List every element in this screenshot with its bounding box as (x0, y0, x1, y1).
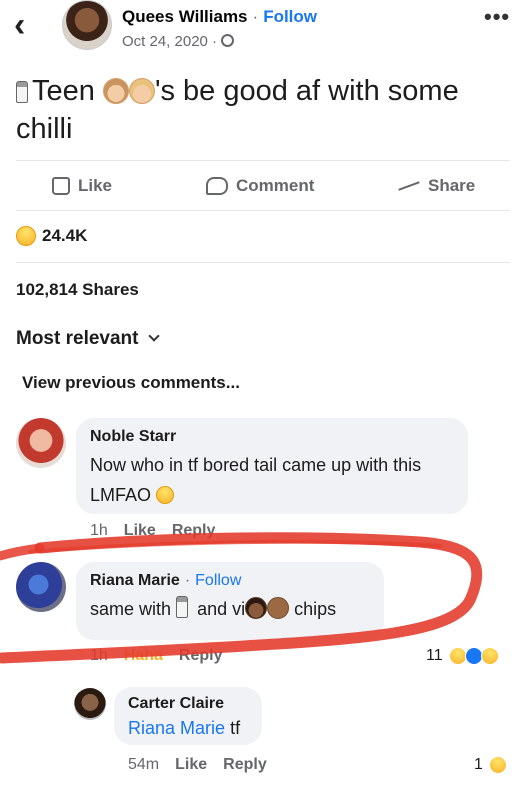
comment-actions: 1h Like Reply (90, 522, 215, 540)
comment-actions: 1h Haha Reply (90, 647, 223, 665)
comment-label: Comment (236, 176, 315, 195)
post-text: Teen 's be good af with some chilli (16, 72, 516, 148)
sort-label: Most relevant (16, 328, 139, 349)
girl-emoji-icon (245, 597, 268, 619)
wow-icon (480, 647, 499, 665)
comment-haha-button[interactable]: Haha (124, 647, 163, 665)
divider (16, 160, 510, 161)
comment-reply-button[interactable]: Reply (172, 522, 216, 540)
divider (16, 210, 510, 211)
author-avatar[interactable] (62, 0, 112, 50)
comment-button[interactable]: Comment (206, 176, 314, 196)
comment-text-part: chips (294, 599, 337, 619)
comment-like-button[interactable]: Like (124, 522, 156, 540)
separator: · (252, 7, 259, 26)
reaction-count-number: 1 (474, 756, 483, 773)
chevron-down-icon (148, 330, 161, 342)
commenter-name[interactable]: Noble Starr (90, 428, 454, 446)
comment-time[interactable]: 54m (128, 756, 159, 774)
post-date[interactable]: Oct 24, 2020 · (122, 33, 217, 50)
like-label: Like (78, 176, 113, 195)
comment-time[interactable]: 1h (90, 522, 108, 540)
comment-reaction-count[interactable]: 11 (426, 647, 499, 665)
comment-reply-button[interactable]: Reply (179, 647, 223, 665)
share-label: Share (428, 176, 476, 195)
haha-icon (488, 756, 507, 774)
rofl-emoji-icon (156, 486, 175, 504)
separator: · (184, 572, 191, 589)
comment-text: Now who in tf bored tail came up with th… (90, 450, 454, 510)
comment-text: Riana Marie tf (128, 715, 248, 741)
commenter-name[interactable]: Carter Claire (128, 695, 248, 713)
post-text-start: Teen (32, 75, 95, 107)
post-author-name[interactable]: Quees Williams (122, 7, 248, 26)
comment-text-line1: Now who in tf bored tail came up with th… (90, 455, 422, 475)
like-icon (464, 647, 483, 665)
boy-emoji-icon (128, 78, 155, 104)
comment-actions: 54m Like Reply (128, 756, 267, 774)
reaction-count-number: 11 (426, 647, 443, 664)
comment-text-part: and vi (197, 599, 246, 619)
salt-shaker-icon (176, 596, 189, 618)
avatar[interactable] (16, 418, 66, 468)
globe-icon (221, 34, 235, 47)
shares-count[interactable]: 102,814 Shares (16, 280, 139, 300)
avatar[interactable] (74, 688, 106, 720)
like-button[interactable]: Like (52, 176, 112, 196)
comment-text-part: tf (230, 718, 241, 738)
avatar[interactable] (16, 562, 66, 612)
reactions-summary[interactable]: 24.4K (16, 226, 87, 246)
view-previous-comments[interactable]: View previous comments... (22, 373, 240, 393)
share-icon (398, 181, 420, 191)
salt-shaker-icon (16, 81, 28, 103)
comment-text-line2: LMFAO (90, 485, 152, 505)
post-meta: Oct 24, 2020 · (122, 33, 235, 50)
comment-bubble: Noble Starr Now who in tf bored tail cam… (76, 418, 468, 514)
comment-reaction-count[interactable]: 1 (474, 756, 507, 774)
comment-bubble: Carter Claire Riana Marie tf (114, 687, 262, 745)
divider (16, 262, 510, 263)
like-icon (52, 177, 70, 195)
post-author-line: Quees Williams · Follow (122, 7, 317, 27)
follow-button[interactable]: Follow (195, 572, 241, 589)
commenter-name[interactable]: Riana Marie (90, 572, 180, 589)
more-icon[interactable]: ••• (484, 4, 510, 30)
comment-time[interactable]: 1h (90, 647, 108, 665)
haha-icon (448, 647, 467, 665)
share-button[interactable]: Share (398, 176, 475, 196)
sort-dropdown[interactable]: Most relevant (16, 328, 161, 350)
comment-text-part: same with (90, 599, 172, 619)
comment-text: same with and vi chips (90, 594, 370, 624)
haha-icon (16, 226, 36, 246)
boy-emoji-icon (267, 597, 290, 619)
comment-icon (206, 177, 228, 195)
comment-bubble: Riana Marie · Follow same with and vi chip… (76, 562, 384, 640)
back-arrow-icon[interactable]: ‹ (14, 8, 25, 42)
comment-reply-button[interactable]: Reply (223, 756, 267, 774)
reactions-count: 24.4K (42, 226, 88, 245)
comment-like-button[interactable]: Like (175, 756, 207, 774)
girl-emoji-icon (102, 78, 129, 104)
mention-link[interactable]: Riana Marie (128, 718, 225, 738)
follow-button[interactable]: Follow (263, 7, 317, 26)
commenter-name-line: Riana Marie · Follow (90, 572, 370, 590)
